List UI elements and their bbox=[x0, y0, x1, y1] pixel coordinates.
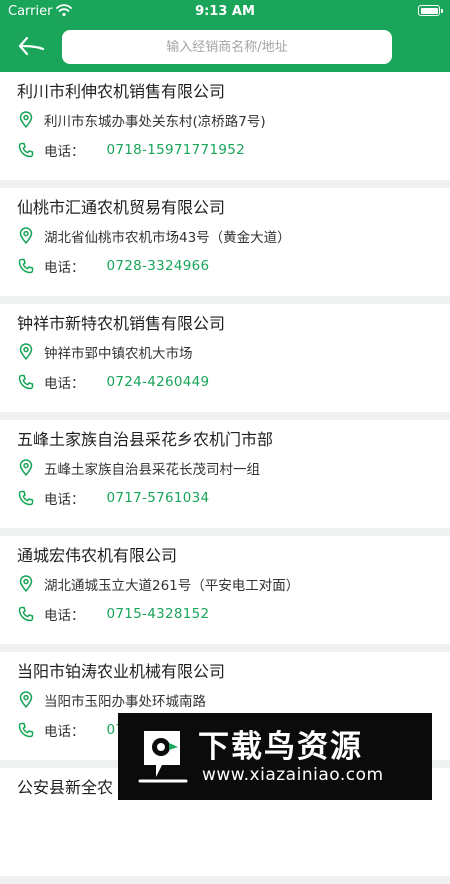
phone-label: 电话： bbox=[44, 376, 85, 392]
phone-icon bbox=[18, 722, 34, 738]
dealer-address-row: 利川市东城办事处关东村(凉桥路7号) bbox=[17, 108, 266, 132]
dealer-card[interactable]: 利川市利伸农机销售有限公司 利川市东城办事处关东村(凉桥路7号) 电话： 071… bbox=[0, 72, 450, 180]
location-pin-icon bbox=[19, 459, 33, 476]
dealer-phone-row[interactable]: 电话： 0724-4260449 bbox=[17, 370, 209, 394]
dealer-phone[interactable]: 0717-5761034 bbox=[107, 490, 210, 506]
location-pin-icon bbox=[19, 691, 33, 708]
top-bar: Carrier 9:13 AM bbox=[0, 0, 450, 72]
dealer-address: 当阳市玉阳办事处环城南路 bbox=[44, 694, 206, 710]
status-bar: Carrier 9:13 AM bbox=[0, 0, 450, 24]
dealer-card[interactable]: 钟祥市新特农机销售有限公司 钟祥市郢中镇农机大市场 电话： 0724-42604… bbox=[0, 304, 450, 412]
status-time: 9:13 AM bbox=[195, 4, 255, 19]
search-input[interactable] bbox=[62, 30, 392, 64]
watermark-site: www.xiazainiao.com bbox=[202, 765, 384, 785]
dealer-phone-row[interactable]: 电话： 0715-4328152 bbox=[17, 602, 209, 626]
arrow-left-icon bbox=[18, 36, 45, 56]
phone-icon bbox=[18, 490, 34, 506]
dealer-name: 通城宏伟农机有限公司 bbox=[17, 546, 178, 565]
dealer-card[interactable]: 仙桃市汇通农机贸易有限公司 湖北省仙桃市农机市场43号（黄金大道） 电话： 07… bbox=[0, 188, 450, 296]
phone-label: 电话： bbox=[44, 492, 85, 508]
location-pin-icon bbox=[19, 227, 33, 244]
phone-icon bbox=[18, 606, 34, 622]
bird-logo-icon bbox=[138, 731, 188, 783]
dealer-name: 公安县新全农 bbox=[17, 778, 114, 797]
phone-label: 电话： bbox=[44, 260, 85, 276]
dealer-name: 钟祥市新特农机销售有限公司 bbox=[17, 314, 226, 333]
dealer-name: 五峰土家族自治县采花乡农机门市部 bbox=[17, 430, 274, 449]
battery-tip bbox=[441, 9, 443, 13]
dealer-name: 仙桃市汇通农机贸易有限公司 bbox=[17, 198, 226, 217]
phone-label: 电话： bbox=[44, 608, 85, 624]
phone-icon bbox=[18, 374, 34, 390]
dealer-address-row: 湖北省仙桃市农机市场43号（黄金大道） bbox=[17, 224, 291, 248]
dealer-phone-row[interactable]: 电话： 0728-3324966 bbox=[17, 254, 209, 278]
dealer-phone-row[interactable]: 电话： 0718-15971771952 bbox=[17, 138, 245, 162]
dealer-phone[interactable]: 0728-3324966 bbox=[107, 258, 210, 274]
dealer-address: 五峰土家族自治县采花长茂司村一组 bbox=[44, 462, 260, 478]
dealer-card[interactable]: 通城宏伟农机有限公司 湖北通城玉立大道261号（平安电工对面） 电话： 0715… bbox=[0, 536, 450, 644]
battery-icon bbox=[418, 5, 440, 16]
dealer-address: 湖北省仙桃市农机市场43号（黄金大道） bbox=[44, 230, 291, 246]
dealer-address-row: 五峰土家族自治县采花长茂司村一组 bbox=[17, 456, 260, 480]
dealer-name: 利川市利伸农机销售有限公司 bbox=[17, 82, 226, 101]
dealer-phone[interactable]: 0718-15971771952 bbox=[107, 142, 246, 158]
watermark-banner: 下载鸟资源 www.xiazainiao.com bbox=[118, 713, 432, 800]
phone-label: 电话： bbox=[44, 724, 85, 740]
dealer-address: 钟祥市郢中镇农机大市场 bbox=[44, 346, 193, 362]
dealer-phone[interactable]: 0724-4260449 bbox=[107, 374, 210, 390]
dealer-card[interactable]: 五峰土家族自治县采花乡农机门市部 五峰土家族自治县采花长茂司村一组 电话： 07… bbox=[0, 420, 450, 528]
location-pin-icon bbox=[19, 111, 33, 128]
location-pin-icon bbox=[19, 343, 33, 360]
dealer-address-row: 当阳市玉阳办事处环城南路 bbox=[17, 688, 206, 712]
phone-icon bbox=[18, 258, 34, 274]
phone-icon bbox=[18, 142, 34, 158]
dealer-address: 利川市东城办事处关东村(凉桥路7号) bbox=[44, 114, 266, 130]
dealer-name: 当阳市铂涛农业机械有限公司 bbox=[17, 662, 226, 681]
back-button[interactable] bbox=[16, 32, 48, 60]
dealer-phone-row[interactable]: 电话： 0717-5761034 bbox=[17, 486, 209, 510]
location-pin-icon bbox=[19, 575, 33, 592]
dealer-address-row: 湖北通城玉立大道261号（平安电工对面） bbox=[17, 572, 299, 596]
dealer-phone-row[interactable]: 电话： 07 bbox=[17, 718, 124, 742]
watermark-brand: 下载鸟资源 bbox=[198, 729, 363, 765]
dealer-address-row: 钟祥市郢中镇农机大市场 bbox=[17, 340, 193, 364]
dealer-address: 湖北通城玉立大道261号（平安电工对面） bbox=[44, 578, 300, 594]
phone-label: 电话： bbox=[44, 144, 85, 160]
dealer-phone[interactable]: 0715-4328152 bbox=[107, 606, 210, 622]
